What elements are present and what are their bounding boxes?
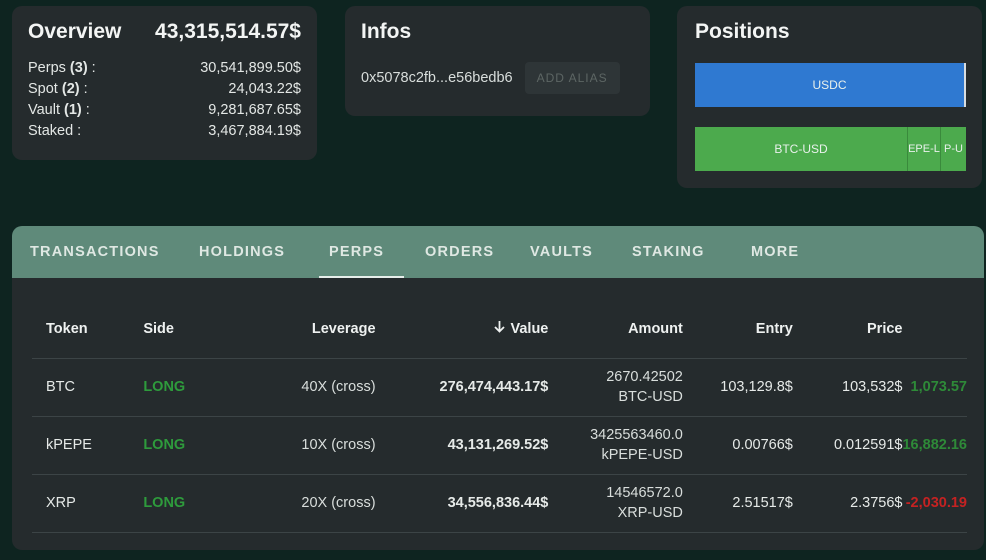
cell-token: XRP <box>32 474 128 533</box>
column-header-entry[interactable]: Entry <box>682 300 793 359</box>
amount-quantity: 2670.42502 <box>606 369 683 385</box>
column-header-value-label: Value <box>510 321 549 338</box>
tab-vaults[interactable]: VAULTS <box>530 226 593 278</box>
cell-token: kPEPE <box>32 416 128 475</box>
overview-row-label: Spot (2) : <box>28 81 88 97</box>
positions-title: Positions <box>695 20 790 43</box>
column-header-leverage[interactable]: Leverage <box>226 300 386 359</box>
amount-pair: BTC-USD <box>618 389 683 405</box>
overview-row-label: Perps (3) : <box>28 60 96 76</box>
infos-title: Infos <box>361 20 412 43</box>
add-alias-button[interactable]: ADD ALIAS <box>524 62 620 94</box>
column-header-pnl <box>902 300 967 359</box>
cell-pnl: 16,882.16 <box>902 416 967 475</box>
overview-row-value: 9,281,687.65$ <box>208 102 301 118</box>
overview-row-perps: Perps (3) : 30,541,899.50$ <box>28 58 301 79</box>
positions-card: Positions USDC BTC-USD EPE-L P-U <box>677 6 982 188</box>
tab-staking[interactable]: STAKING <box>632 226 705 278</box>
cell-token: BTC <box>32 358 128 417</box>
position-segment-btc[interactable]: BTC-USD <box>695 127 907 171</box>
overview-total: 43,315,514.57$ <box>155 20 301 43</box>
overview-title: Overview <box>28 20 122 43</box>
cell-leverage: 40X (cross) <box>226 358 386 417</box>
infos-address-row: 0x5078c2fb...e56bedb6 ADD ALIAS <box>361 62 634 94</box>
tab-transactions[interactable]: TRANSACTIONS <box>30 226 160 278</box>
overview-row-spot: Spot (2) : 24,043.22$ <box>28 79 301 100</box>
perps-table-card: Token Side Leverage Value Amount Entry P… <box>12 278 984 550</box>
column-header-value[interactable]: Value <box>385 300 549 359</box>
portfolio-tabs: TRANSACTIONS HOLDINGS PERPS ORDERS VAULT… <box>12 226 984 278</box>
table-header-row: Token Side Leverage Value Amount Entry P… <box>32 300 967 359</box>
arrow-down-icon <box>493 320 506 337</box>
table-row[interactable]: XRP LONG 20X (cross) 34,556,836.44$ 1454… <box>32 474 967 533</box>
amount-pair: XRP-USD <box>617 505 683 521</box>
overview-row-label: Vault (1) : <box>28 102 90 118</box>
amount-quantity: 3425563460.0 <box>590 427 683 443</box>
overview-row-value: 24,043.22$ <box>228 81 301 97</box>
position-segment-usdc[interactable]: USDC <box>695 63 964 107</box>
column-header-token[interactable]: Token <box>32 300 128 359</box>
cell-side: LONG <box>127 358 227 417</box>
cell-entry: 103,129.8$ <box>682 358 793 417</box>
position-segment-divider <box>964 63 966 107</box>
cell-leverage: 20X (cross) <box>226 474 386 533</box>
cell-entry: 0.00766$ <box>682 416 793 475</box>
position-segment-kpepe[interactable]: EPE-L <box>907 127 940 171</box>
position-segment-xrp[interactable]: P-U <box>940 127 966 171</box>
column-header-price[interactable]: Price <box>792 300 903 359</box>
column-header-side[interactable]: Side <box>127 300 227 359</box>
overview-row-value: 3,467,884.19$ <box>208 123 301 139</box>
tab-more[interactable]: MORE <box>751 226 799 278</box>
tab-orders[interactable]: ORDERS <box>425 226 494 278</box>
cell-price: 103,532$ <box>792 358 903 417</box>
overview-header: Overview 43,315,514.57$ <box>28 20 301 44</box>
tab-perps[interactable]: PERPS <box>318 226 405 278</box>
cell-value: 276,474,443.17$ <box>385 358 549 417</box>
cell-pnl: 1,073.57 <box>902 358 967 417</box>
overview-row-value: 30,541,899.50$ <box>200 60 301 76</box>
cell-side: LONG <box>127 474 227 533</box>
amount-quantity: 14546572.0 <box>606 485 683 501</box>
cell-side: LONG <box>127 416 227 475</box>
perp-positions-bar: BTC-USD EPE-L P-U <box>695 127 966 171</box>
overview-row-vault: Vault (1) : 9,281,687.65$ <box>28 100 301 121</box>
overview-row-label: Staked : <box>28 123 82 139</box>
spot-positions-bar: USDC <box>695 63 966 107</box>
overview-breakdown: Perps (3) : 30,541,899.50$ Spot (2) : 24… <box>28 58 301 142</box>
cell-entry: 2.51517$ <box>682 474 793 533</box>
table-row[interactable]: BTC LONG 40X (cross) 276,474,443.17$ 267… <box>32 358 967 417</box>
cell-price: 2.3756$ <box>792 474 903 533</box>
cell-leverage: 10X (cross) <box>226 416 386 475</box>
cell-pnl: -2,030.19 <box>902 474 967 533</box>
cell-value: 34,556,836.44$ <box>385 474 549 533</box>
perps-table: Token Side Leverage Value Amount Entry P… <box>32 300 967 533</box>
overview-card: Overview 43,315,514.57$ Perps (3) : 30,5… <box>12 6 317 160</box>
cell-amount: 3425563460.0 kPEPE-USD <box>548 416 683 475</box>
cell-amount: 2670.42502 BTC-USD <box>548 358 683 417</box>
wallet-address[interactable]: 0x5078c2fb...e56bedb6 <box>361 70 513 86</box>
cell-amount: 14546572.0 XRP-USD <box>548 474 683 533</box>
cell-price: 0.012591$ <box>792 416 903 475</box>
column-header-amount[interactable]: Amount <box>548 300 683 359</box>
table-row[interactable]: kPEPE LONG 10X (cross) 43,131,269.52$ 34… <box>32 416 967 475</box>
infos-card: Infos 0x5078c2fb...e56bedb6 ADD ALIAS <box>345 6 650 116</box>
amount-pair: kPEPE-USD <box>601 447 683 463</box>
overview-row-staked: Staked : 3,467,884.19$ <box>28 121 301 142</box>
cell-value: 43,131,269.52$ <box>385 416 549 475</box>
tab-holdings[interactable]: HOLDINGS <box>199 226 285 278</box>
